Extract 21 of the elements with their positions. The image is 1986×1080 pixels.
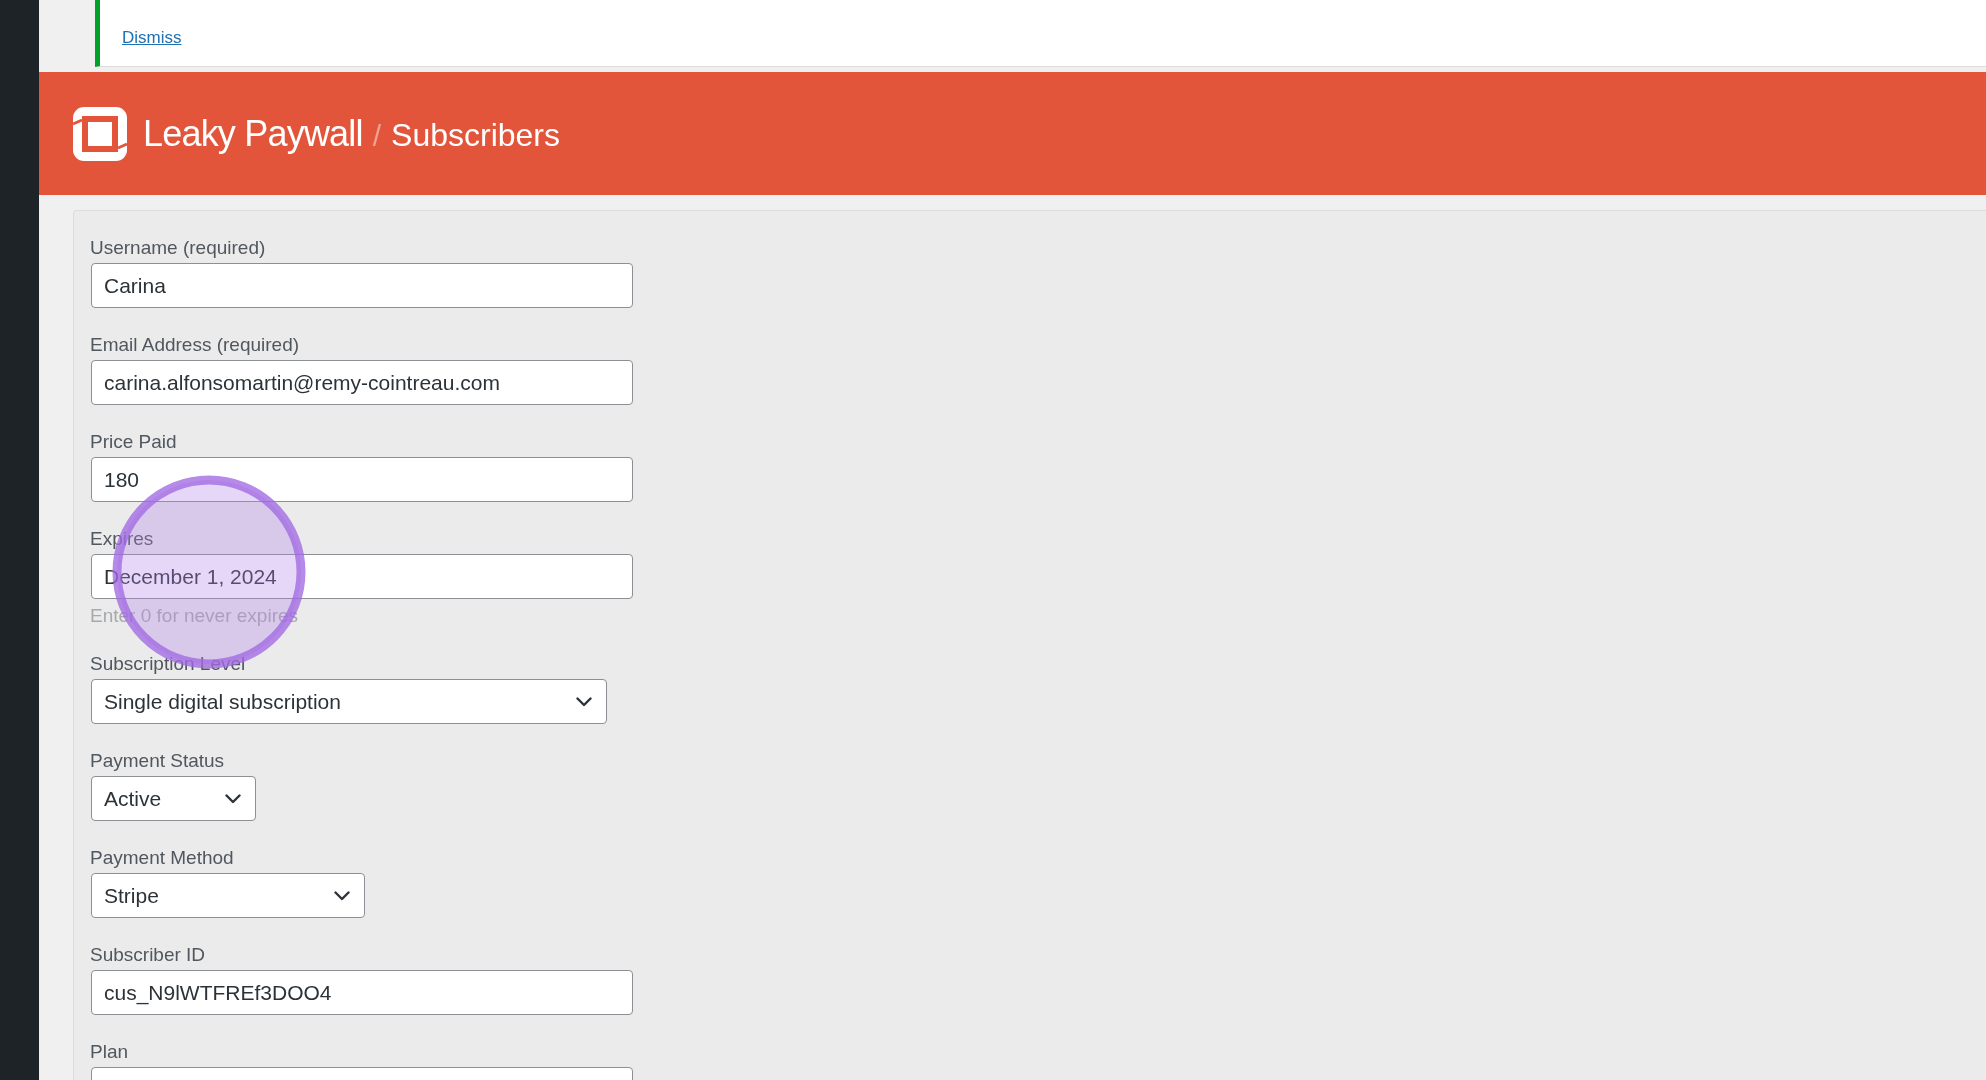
- field-label: Plan: [90, 1041, 129, 1063]
- dropdown[interactable]: Active: [91, 776, 256, 821]
- dropdown[interactable]: Single digital subscription: [91, 679, 607, 724]
- input-field[interactable]: cus_N9lWTFREf3DOO4: [91, 970, 633, 1015]
- field-label: Username (required): [90, 237, 266, 259]
- breadcrumb-separator: /: [372, 118, 382, 153]
- dropdown[interactable]: Stripe: [91, 873, 365, 918]
- chevron-down-icon: [576, 696, 592, 707]
- input-field[interactable]: 180: [91, 457, 633, 502]
- page-title: Subscribers: [391, 116, 560, 154]
- field-label: Subscriber ID: [90, 944, 206, 966]
- field-label: Email Address (required): [90, 334, 300, 356]
- input-field[interactable]: Carina: [91, 263, 633, 308]
- field-label: Payment Status: [90, 750, 225, 772]
- chevron-down-icon: [225, 793, 241, 804]
- chevron-down-icon: [334, 890, 350, 901]
- input-field[interactable]: carina.alfonsomartin@remy-cointreau.com: [91, 360, 633, 405]
- field-label: Price Paid: [90, 431, 177, 453]
- dismiss-link[interactable]: Dismiss: [122, 28, 182, 48]
- brand-name: Leaky Paywall: [143, 112, 363, 155]
- field-label: Payment Method: [90, 847, 234, 869]
